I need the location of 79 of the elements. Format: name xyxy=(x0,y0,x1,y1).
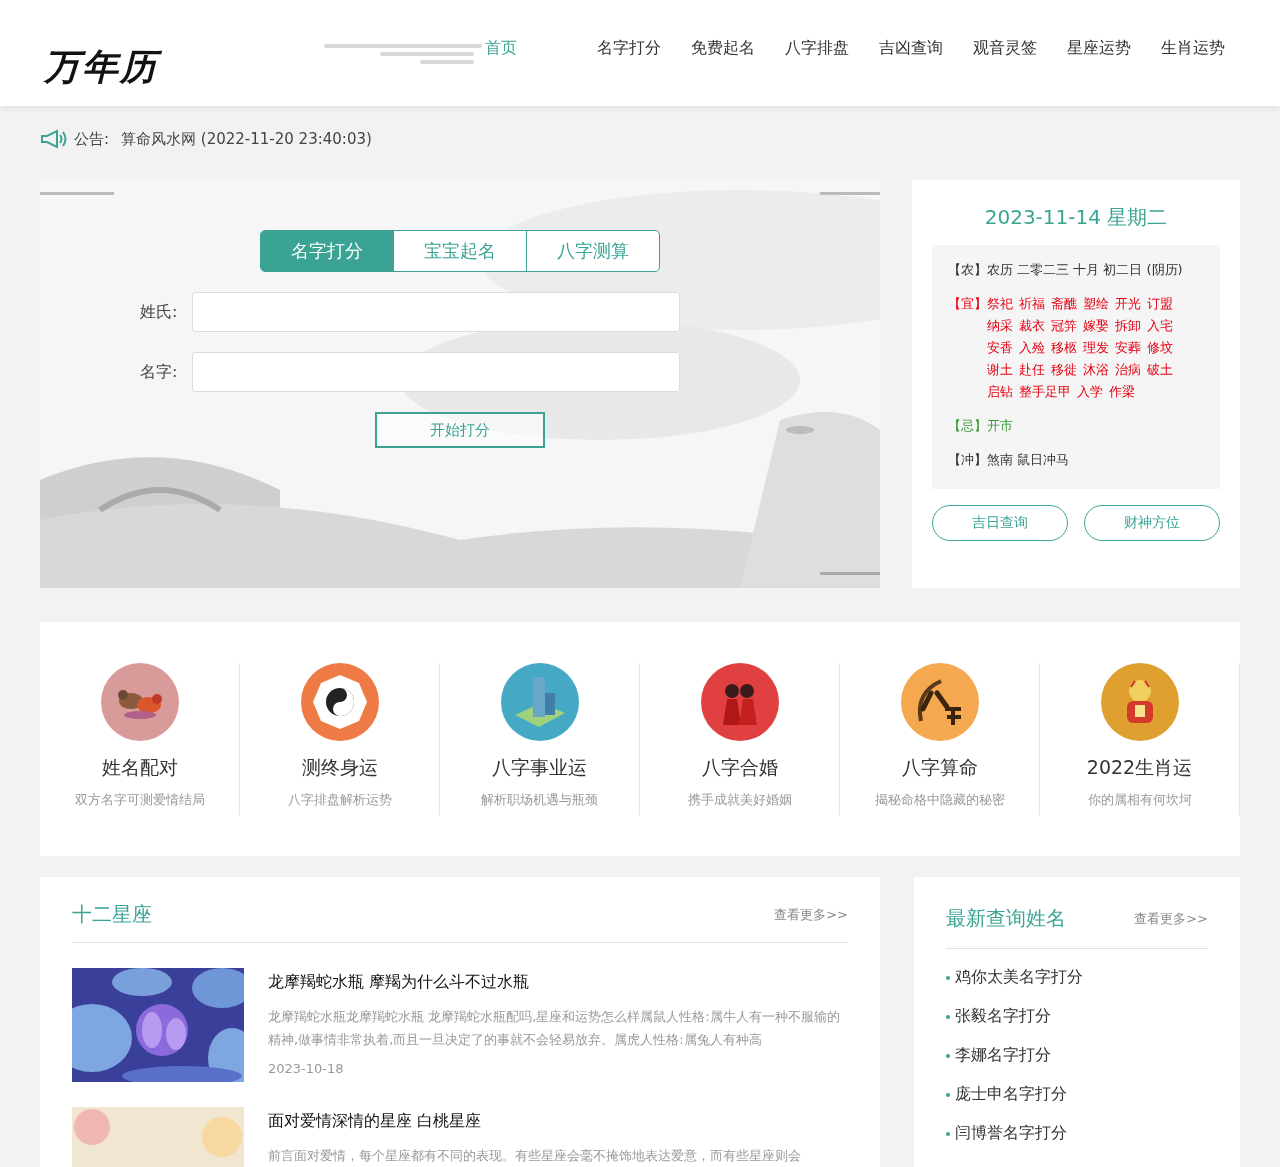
almanac-item: 安香 xyxy=(987,339,1013,357)
almanac-item: 嫁娶 xyxy=(1083,317,1109,335)
name-link[interactable]: 闫博誉名字打分 xyxy=(955,1123,1067,1144)
name-link[interactable]: 庞士申名字打分 xyxy=(955,1084,1067,1105)
almanac-item: 谢土 xyxy=(987,361,1013,379)
brush-strokes-icon xyxy=(900,663,979,741)
building-icon xyxy=(500,663,579,741)
name-link[interactable]: 鸡你太美名字打分 xyxy=(955,967,1083,988)
almanac-item: 纳采 xyxy=(987,317,1013,335)
yin-yang-icon xyxy=(300,663,379,741)
feature-title[interactable]: 八字算命 xyxy=(901,755,978,781)
feature-title[interactable]: 测终身运 xyxy=(301,755,378,781)
almanac-item: 治病 xyxy=(1115,361,1141,379)
almanac-tag: 【农】 xyxy=(948,259,987,281)
section-title: 十二星座 xyxy=(72,901,152,928)
almanac-text: 农历 二零二三 十月 初二日 (阴历) xyxy=(987,261,1184,279)
feature-title[interactable]: 八字合婚 xyxy=(701,755,778,781)
article-summary: 前言面对爱情，每个星座都有不同的表现。有些星座会毫不掩饰地表达爱意，而有些星座则会 xyxy=(268,1147,801,1165)
feature-subtitle: 揭秘命格中隐藏的秘密 xyxy=(874,791,1005,809)
notice-text[interactable]: 算命风水网 (2022-11-20 23:40:03) xyxy=(121,129,372,149)
feature-title[interactable]: 姓名配对 xyxy=(101,755,178,781)
more-link[interactable]: 查看更多>> xyxy=(1134,909,1208,928)
almanac-item: 塑绘 xyxy=(1083,295,1109,313)
feature-subtitle: 携手成就美好婚姻 xyxy=(687,791,792,809)
almanac-item: 裁衣 xyxy=(1019,317,1045,335)
name-link[interactable]: 李娜名字打分 xyxy=(955,1045,1051,1066)
almanac-item: 拆卸 xyxy=(1115,317,1141,335)
almanac-item: 整手足甲 xyxy=(1019,383,1071,401)
almanac-item: 开光 xyxy=(1115,295,1141,313)
almanac-item: 入学 xyxy=(1077,383,1103,401)
feature-subtitle: 八字排盘解析运势 xyxy=(287,791,392,809)
almanac-item: 斋醮 xyxy=(1051,295,1077,313)
feature-subtitle: 你的属相有何坎坷 xyxy=(1087,791,1192,809)
feature-title[interactable]: 2022生肖运 xyxy=(1086,755,1193,781)
almanac-item: 移徙 xyxy=(1051,361,1077,379)
almanac-item: 修坟 xyxy=(1147,339,1173,357)
nav-link[interactable]: 免费起名 xyxy=(676,37,770,59)
feature-subtitle: 双方名字可测爱情结局 xyxy=(74,791,205,809)
more-link[interactable]: 查看更多>> xyxy=(774,905,848,924)
almanac-tag: 【宜】 xyxy=(948,293,987,403)
nav-link[interactable]: 名字打分 xyxy=(582,37,676,59)
article-title[interactable]: 龙摩羯蛇水瓶 摩羯为什么斗不过水瓶 xyxy=(268,972,848,993)
notice-label: 公告: xyxy=(74,129,110,149)
almanac-tag: 【忌】 xyxy=(948,415,987,437)
field-label: 名字: xyxy=(140,361,179,383)
field-label: 姓氏: xyxy=(140,301,179,323)
calendar-date: 2023-11-14 星期二 xyxy=(983,204,1169,231)
nav-link[interactable]: 星座运势 xyxy=(1052,37,1146,59)
couple-icon xyxy=(700,663,779,741)
input-field[interactable] xyxy=(192,352,680,392)
almanac-item: 安葬 xyxy=(1115,339,1141,357)
megaphone-icon xyxy=(40,129,68,149)
feature-subtitle: 解析职场机遇与瓶颈 xyxy=(481,791,598,809)
section-title: 最新查询姓名 xyxy=(946,905,1066,932)
nav-link[interactable]: 吉凶查询 xyxy=(864,37,958,59)
nav-link[interactable]: 生肖运势 xyxy=(1146,37,1240,59)
almanac-item: 移柩 xyxy=(1051,339,1077,357)
input-field[interactable] xyxy=(192,292,680,332)
article-date: 2023-10-18 xyxy=(268,1061,345,1076)
article-title[interactable]: 面对爱情深情的星座 白桃星座 xyxy=(268,1111,801,1132)
name-link[interactable]: 张毅名字打分 xyxy=(955,1006,1051,1027)
nav-link[interactable]: 八字排盘 xyxy=(770,37,864,59)
almanac-tag: 【冲】 xyxy=(948,449,987,471)
almanac-text: 开市 xyxy=(987,417,1014,435)
almanac-item: 订盟 xyxy=(1147,295,1173,313)
almanac-item: 冠笄 xyxy=(1051,317,1077,335)
almanac-item: 沐浴 xyxy=(1083,361,1109,379)
almanac-item: 入殓 xyxy=(1019,339,1045,357)
almanac-item: 祭祀 xyxy=(987,295,1013,313)
almanac-item: 启钻 xyxy=(987,383,1013,401)
feature-title[interactable]: 八字事业运 xyxy=(492,755,587,781)
almanac-text: 煞南 鼠日冲马 xyxy=(987,451,1071,469)
nav-link[interactable]: 观音灵签 xyxy=(958,37,1052,59)
almanac-item: 祈福 xyxy=(1019,295,1045,313)
almanac-item: 赴任 xyxy=(1019,361,1045,379)
almanac-item: 破土 xyxy=(1147,361,1173,379)
almanac-item: 入宅 xyxy=(1147,317,1173,335)
almanac-item: 理发 xyxy=(1083,339,1109,357)
almanac-item: 作梁 xyxy=(1109,383,1135,401)
